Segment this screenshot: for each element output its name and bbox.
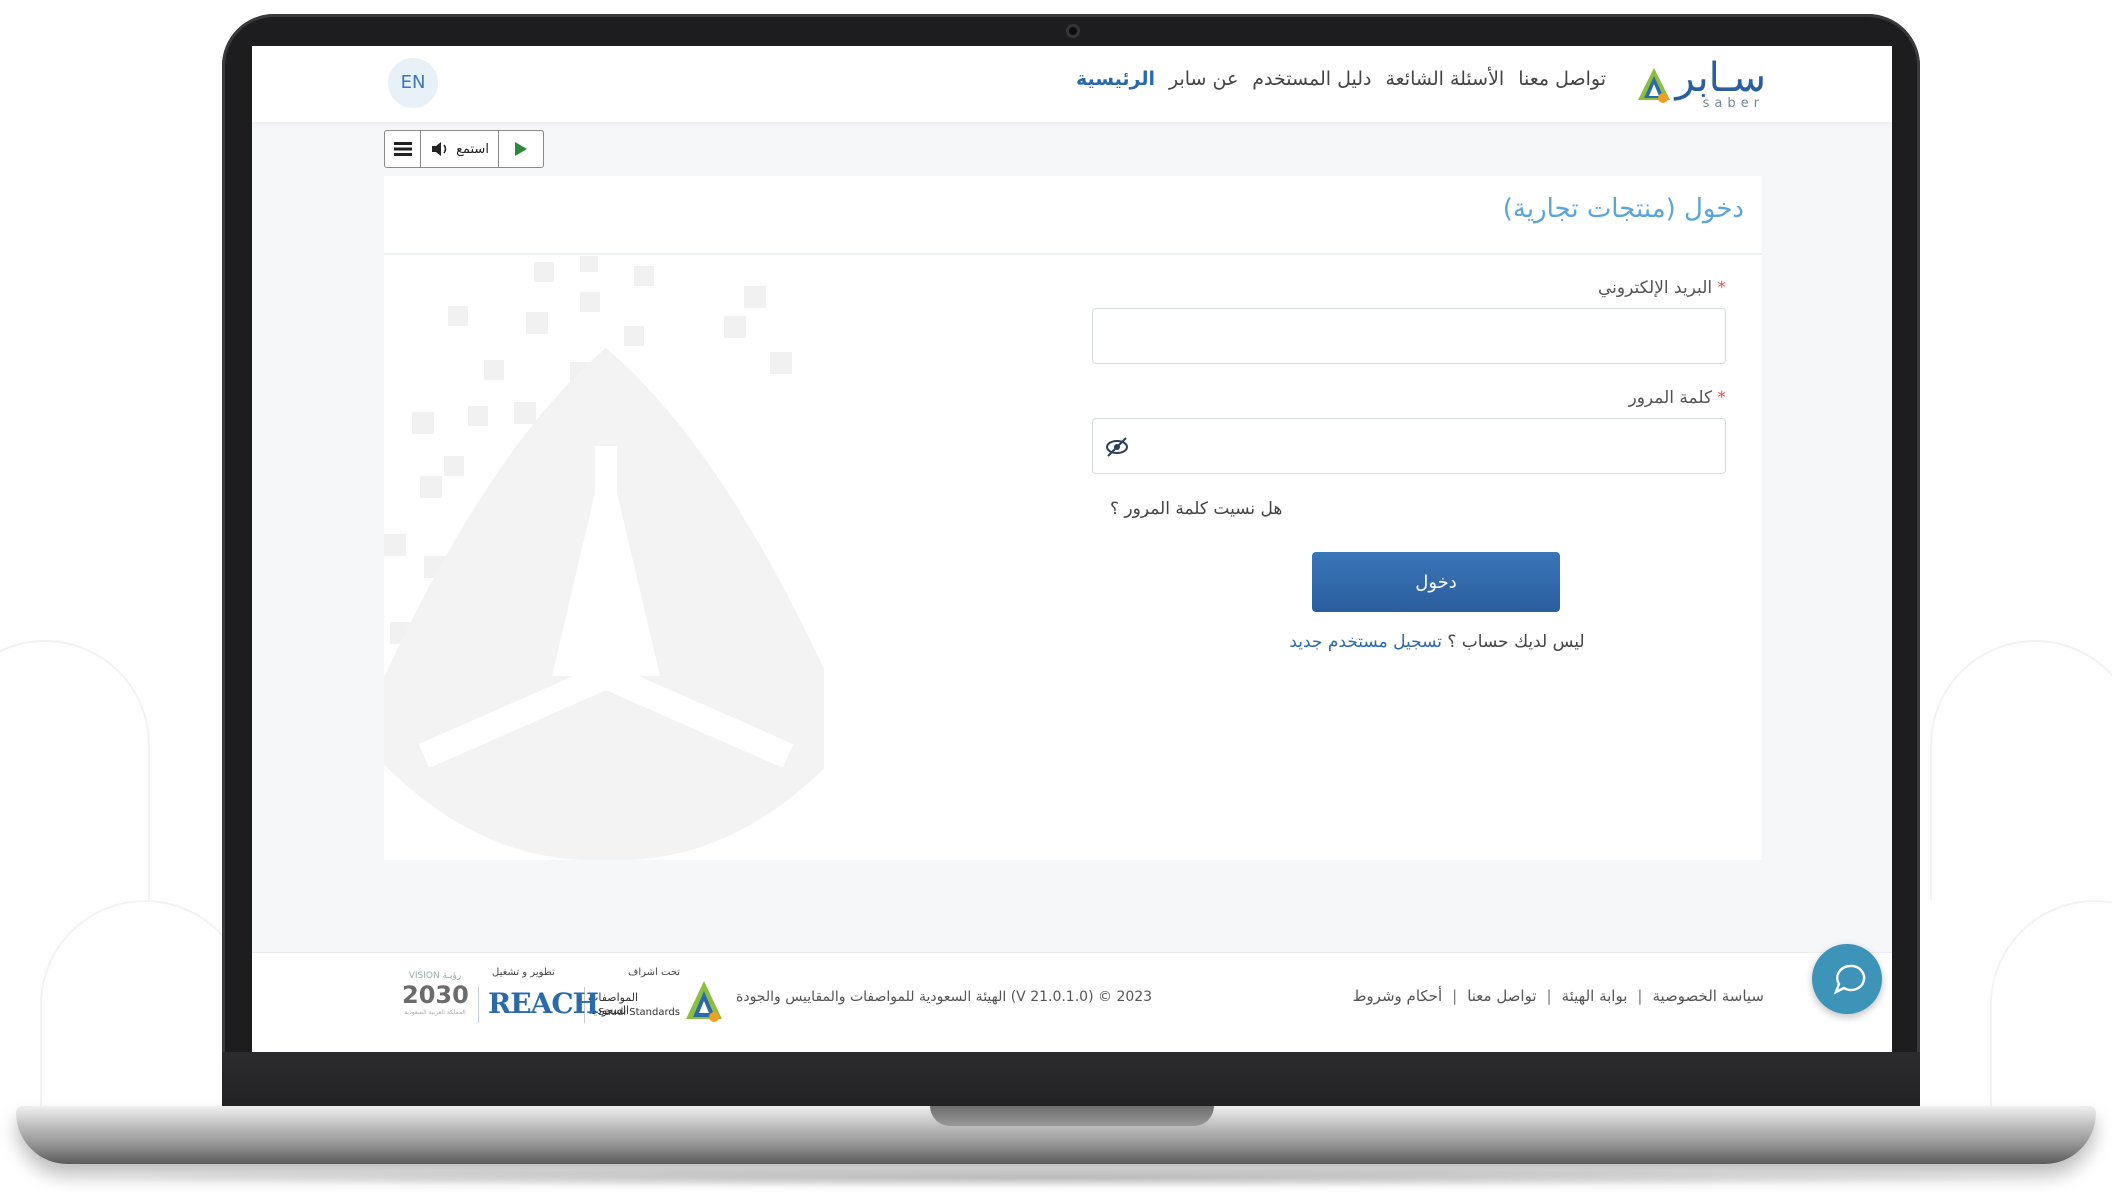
text-to-speech-toolbar: استمع xyxy=(384,130,544,168)
reach-logo[interactable]: REACH xyxy=(488,987,599,1020)
no-account-text: ليس لديك حساب ؟ xyxy=(1447,632,1585,652)
play-icon xyxy=(515,142,527,156)
reach-logo-text: REACH xyxy=(488,987,599,1020)
password-required-mark: * xyxy=(1717,388,1727,408)
nav-item-about[interactable]: عن سابر xyxy=(1169,68,1238,90)
laptop-camera xyxy=(1066,24,1080,38)
nav-item-contact[interactable]: تواصل معنا xyxy=(1518,68,1606,90)
eye-slash-icon[interactable] xyxy=(1104,436,1130,458)
footer-link-contact[interactable]: تواصل معنا xyxy=(1467,987,1536,1005)
vision-tiny-text: المملكة العربية السعودية xyxy=(404,1009,466,1016)
login-card: دخول (منتجات تجارية) * البريد الإلكتروني… xyxy=(384,176,1762,860)
footer-link-privacy[interactable]: سياسة الخصوصية xyxy=(1652,987,1764,1005)
footer-separator: | xyxy=(1452,987,1458,1005)
vision-small-text: VISION رؤيـة xyxy=(408,971,462,981)
tts-listen-button[interactable]: استمع xyxy=(421,131,499,167)
vision-year-text: 2030 xyxy=(402,981,469,1009)
footer-logo-divider xyxy=(478,987,479,1023)
email-label: * البريد الإلكتروني xyxy=(1598,278,1726,298)
saudi-standards-english: Saudi Standards xyxy=(598,1007,680,1018)
laptop-screen: EN الرئيسية عن سابر دليل المستخدم الأسئل… xyxy=(252,46,1892,1052)
copyright-text: الهيئة السعودية للمواصفات والمقاييس والج… xyxy=(736,989,1153,1005)
password-label: * كلمة المرور xyxy=(1628,388,1726,408)
language-toggle-button[interactable]: EN xyxy=(388,58,438,108)
chat-bubble-icon xyxy=(1833,964,1866,995)
nav-item-home[interactable]: الرئيسية xyxy=(1076,68,1155,90)
nav-item-faq[interactable]: الأسئلة الشائعة xyxy=(1385,68,1504,90)
saso-watermark-icon xyxy=(384,256,824,860)
menu-icon xyxy=(393,142,412,156)
card-divider xyxy=(384,253,1762,255)
forgot-password-link[interactable]: هل نسيت كلمة المرور ؟ xyxy=(1110,499,1282,519)
laptop-chin xyxy=(222,1052,1920,1108)
footer-link-authority-portal[interactable]: بوابة الهيئة xyxy=(1562,987,1628,1005)
background-arch-right-1 xyxy=(1930,640,2112,900)
email-label-text: البريد الإلكتروني xyxy=(1598,278,1713,298)
vision-2030-logo: VISION رؤيـة 2030 المملكة العربية السعود… xyxy=(402,971,469,1031)
laptop-shadow xyxy=(40,1168,2070,1188)
email-required-mark: * xyxy=(1717,278,1727,298)
development-caption: تطوير و تشغيل xyxy=(492,967,555,978)
saber-logo[interactable]: سـابر saber xyxy=(1636,56,1766,112)
laptop-notch xyxy=(930,1106,1214,1126)
main-nav: الرئيسية عن سابر دليل المستخدم الأسئلة ا… xyxy=(1076,68,1606,90)
saudi-standards-logo-icon xyxy=(686,981,722,1022)
saber-logo-text: سـابر xyxy=(1675,55,1766,101)
supervision-caption: تحت اشراف xyxy=(628,967,681,978)
register-link[interactable]: تسجيل مستخدم جديد xyxy=(1289,632,1442,652)
saber-logo-subtext: saber xyxy=(1702,96,1764,111)
nav-item-user-guide[interactable]: دليل المستخدم xyxy=(1252,68,1371,90)
footer-separator: | xyxy=(1546,987,1552,1005)
register-prompt: ليس لديك حساب ؟ تسجيل مستخدم جديد xyxy=(1284,632,1590,652)
login-title: دخول (منتجات تجارية) xyxy=(1502,194,1744,224)
login-button[interactable]: دخول xyxy=(1312,552,1560,612)
site-header: EN الرئيسية عن سابر دليل المستخدم الأسئل… xyxy=(252,46,1892,122)
saber-logo-mark-icon xyxy=(1638,68,1670,103)
footer-separator: | xyxy=(1637,987,1643,1005)
chat-button[interactable] xyxy=(1812,944,1882,1014)
tts-listen-label: استمع xyxy=(456,141,489,157)
background-arch-left-1 xyxy=(0,640,150,900)
site-footer: أحكام وشروط | تواصل معنا | بوابة الهيئة … xyxy=(252,952,1892,1052)
tts-menu-button[interactable] xyxy=(385,131,421,167)
footer-links: أحكام وشروط | تواصل معنا | بوابة الهيئة … xyxy=(1353,987,1764,1005)
email-field[interactable] xyxy=(1092,308,1726,364)
tts-play-button[interactable] xyxy=(499,131,543,167)
speaker-icon xyxy=(432,142,447,156)
footer-link-terms[interactable]: أحكام وشروط xyxy=(1353,987,1443,1005)
password-label-text: كلمة المرور xyxy=(1628,388,1713,408)
password-field[interactable] xyxy=(1092,418,1726,474)
saudi-standards-logo[interactable]: المواصفات السعودية Saudi Standards xyxy=(588,979,724,1029)
